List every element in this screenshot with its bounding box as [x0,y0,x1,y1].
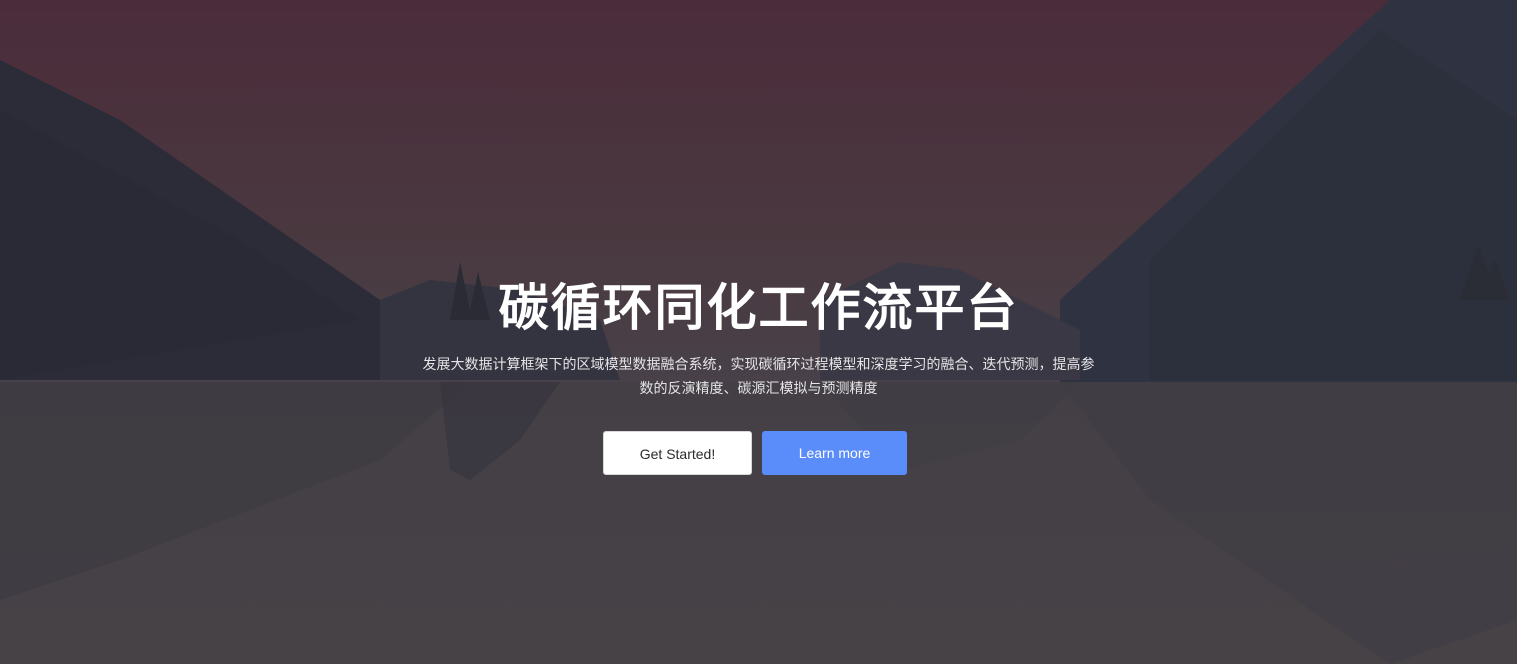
hero-subtitle: 发展大数据计算框架下的区域模型数据融合系统，实现碳循环过程模型和深度学习的融合、… [422,357,1095,397]
get-started-button[interactable]: Get Started! [603,431,752,475]
hero-content: 碳循环同化工作流平台 发展大数据计算框架下的区域模型数据融合系统，实现碳循环过程… [0,0,1517,664]
learn-more-button[interactable]: Learn more [762,431,907,475]
hero-section: 碳循环同化工作流平台 发展大数据计算框架下的区域模型数据融合系统，实现碳循环过程… [0,0,1517,664]
hero-title: 碳循环同化工作流平台 [498,279,1019,337]
